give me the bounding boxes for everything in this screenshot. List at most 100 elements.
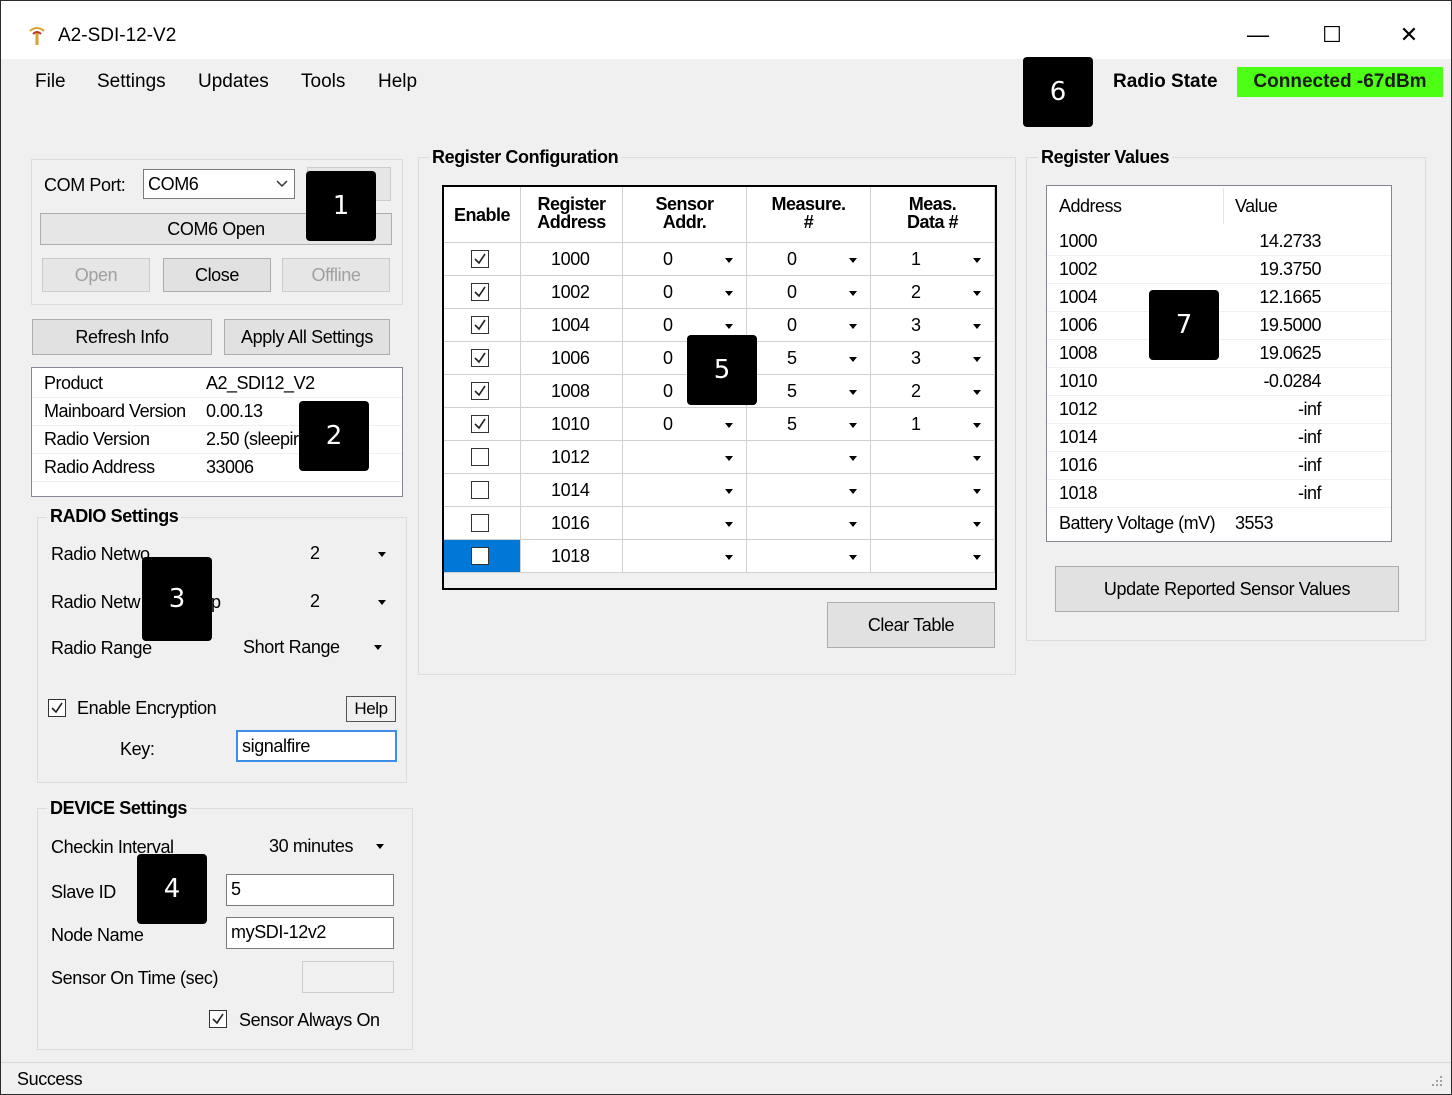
measure-select[interactable]: [747, 474, 871, 507]
grid-row: 1010 0 5 1: [444, 408, 995, 441]
register-address-cell: 1002: [521, 276, 623, 309]
value-row: 1018 -inf: [1047, 480, 1391, 508]
maximize-button[interactable]: ☐: [1309, 17, 1355, 53]
sensor-addr-select[interactable]: [623, 507, 747, 540]
dropdown-arrow-icon: [725, 522, 733, 527]
enable-checkbox[interactable]: [471, 514, 489, 532]
dropdown-arrow-icon: [725, 258, 733, 263]
dropdown-arrow-icon: [973, 489, 981, 494]
enable-cell[interactable]: [444, 243, 521, 276]
dropdown-arrow-icon: [849, 423, 857, 428]
close-button[interactable]: ✕: [1386, 17, 1432, 53]
resize-grip-icon[interactable]: [1429, 1073, 1443, 1087]
checkin-interval-select[interactable]: 30 minutes: [263, 829, 394, 863]
sensor-addr-select[interactable]: [623, 540, 747, 573]
enable-checkbox[interactable]: [471, 250, 489, 268]
measure-select[interactable]: 5: [747, 375, 871, 408]
sensor-addr-select[interactable]: [623, 474, 747, 507]
menu-tools[interactable]: Tools: [301, 71, 345, 93]
callout-marker-6: 6: [1023, 57, 1093, 127]
meas-data-select[interactable]: 1: [871, 408, 995, 441]
encryption-key-input[interactable]: signalfire: [236, 730, 397, 762]
meas-data-value: 3: [911, 315, 921, 335]
grid-header-register-address: Register Address: [521, 187, 623, 243]
open-button[interactable]: Open: [42, 258, 150, 292]
sensor-addr-select[interactable]: 0: [623, 276, 747, 309]
radio-network-value: 2: [310, 543, 320, 563]
enable-cell[interactable]: [444, 474, 521, 507]
close-port-button[interactable]: Close: [163, 258, 271, 292]
measure-select[interactable]: 0: [747, 243, 871, 276]
enable-cell[interactable]: [444, 507, 521, 540]
radio-network-select[interactable]: 2: [304, 537, 394, 571]
menu-updates[interactable]: Updates: [198, 71, 269, 93]
com-port-select[interactable]: COM6: [143, 169, 295, 199]
encryption-help-button[interactable]: Help: [346, 696, 396, 722]
measure-select[interactable]: [747, 507, 871, 540]
measure-select[interactable]: 5: [747, 342, 871, 375]
sensor-always-on-checkbox[interactable]: [209, 1010, 227, 1028]
meas-data-select[interactable]: 1: [871, 243, 995, 276]
enable-checkbox[interactable]: [471, 382, 489, 400]
sensor-addr-select[interactable]: 0: [623, 408, 747, 441]
measure-select[interactable]: 0: [747, 276, 871, 309]
value-reading: 14.2733: [1259, 231, 1321, 251]
meas-data-select[interactable]: 2: [871, 375, 995, 408]
grid-row: 1012: [444, 441, 995, 474]
menu-help[interactable]: Help: [378, 71, 417, 93]
enable-checkbox[interactable]: [471, 547, 489, 565]
enable-checkbox[interactable]: [471, 448, 489, 466]
measure-select[interactable]: [747, 540, 871, 573]
radio-range-select[interactable]: Short Range: [237, 630, 394, 664]
enable-cell[interactable]: [444, 309, 521, 342]
update-sensor-values-button[interactable]: Update Reported Sensor Values: [1055, 566, 1399, 612]
enable-checkbox[interactable]: [471, 316, 489, 334]
slave-id-input[interactable]: 5: [226, 874, 394, 906]
meas-data-select[interactable]: [871, 474, 995, 507]
apply-all-settings-button[interactable]: Apply All Settings: [224, 319, 390, 355]
meas-data-select[interactable]: 2: [871, 276, 995, 309]
enable-checkbox[interactable]: [471, 283, 489, 301]
value-row: 1004 12.1665: [1047, 284, 1391, 312]
sensor-on-time-input[interactable]: [302, 961, 394, 993]
menu-file[interactable]: File: [35, 71, 66, 93]
node-name-label: Node Name: [51, 925, 144, 945]
sensor-addr-select[interactable]: [623, 441, 747, 474]
dropdown-arrow-icon: [849, 456, 857, 461]
minimize-button[interactable]: —: [1235, 17, 1281, 53]
checkmark-icon: [474, 418, 486, 430]
enable-cell[interactable]: [444, 408, 521, 441]
meas-data-select[interactable]: [871, 441, 995, 474]
node-name-input[interactable]: mySDI-12v2: [226, 917, 394, 949]
refresh-info-button[interactable]: Refresh Info: [32, 319, 212, 355]
measure-select[interactable]: 5: [747, 408, 871, 441]
sensor-addr-value: 0: [663, 381, 673, 401]
enable-cell[interactable]: [444, 441, 521, 474]
meas-data-value: 3: [911, 348, 921, 368]
enable-cell[interactable]: [444, 375, 521, 408]
meas-data-select[interactable]: [871, 507, 995, 540]
enable-checkbox[interactable]: [471, 415, 489, 433]
enable-cell[interactable]: [444, 342, 521, 375]
sensor-addr-select[interactable]: 0: [623, 243, 747, 276]
radio-network-group-select[interactable]: 2: [304, 585, 394, 619]
register-values-title: Register Values: [1038, 147, 1173, 168]
measure-select[interactable]: [747, 441, 871, 474]
enable-cell[interactable]: [444, 540, 521, 573]
clear-table-button[interactable]: Clear Table: [827, 602, 995, 648]
enable-checkbox[interactable]: [471, 349, 489, 367]
meas-data-select[interactable]: [871, 540, 995, 573]
meas-data-select[interactable]: 3: [871, 342, 995, 375]
offline-button[interactable]: Offline: [282, 258, 390, 292]
menu-settings[interactable]: Settings: [97, 71, 166, 93]
enable-cell[interactable]: [444, 276, 521, 309]
battery-voltage-value: 3553: [1235, 513, 1274, 533]
checkmark-icon: [474, 385, 486, 397]
register-address-cell: 1004: [521, 309, 623, 342]
callout-marker-3: 3: [142, 557, 212, 641]
enable-encryption-checkbox[interactable]: [48, 699, 66, 717]
enable-checkbox[interactable]: [471, 481, 489, 499]
meas-data-select[interactable]: 3: [871, 309, 995, 342]
value-reading: 12.1665: [1259, 287, 1321, 307]
measure-select[interactable]: 0: [747, 309, 871, 342]
